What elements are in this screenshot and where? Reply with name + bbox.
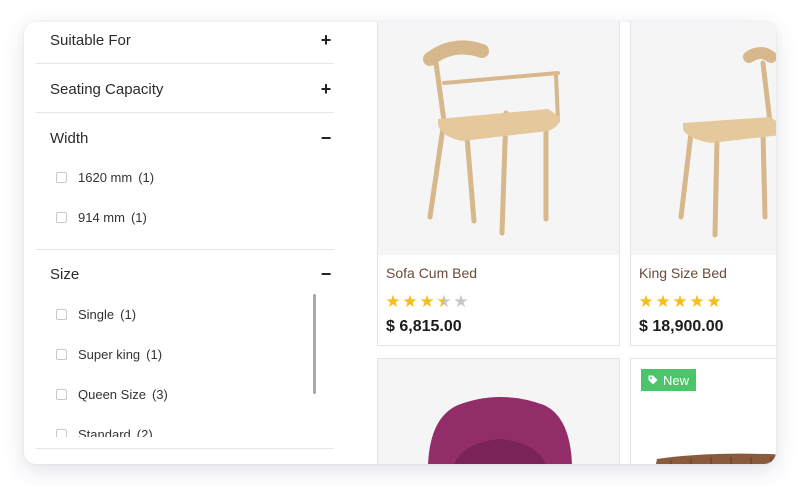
purple-lounge-chair-icon [428, 397, 572, 464]
product-card[interactable]: New [630, 358, 776, 464]
star-icon: ★ [385, 292, 401, 311]
option-label: Super king [78, 346, 141, 362]
star-icon: ★ [419, 292, 435, 311]
rating-stars: ★ ★ ★ ★ ★ [385, 293, 469, 310]
product-card-sofa-cum-bed[interactable]: Sofa Cum Bed ★ ★ ★ ★ ★ $ 6,815.00 [377, 22, 620, 346]
option-label: Single [78, 306, 115, 322]
filter-option-size-super-king[interactable]: Super king (1) [56, 345, 162, 363]
star-icon: ★ [638, 292, 654, 311]
star-icon: ★ [689, 292, 705, 311]
filter-size-header[interactable]: Size − [50, 264, 334, 284]
option-label: 914 mm [78, 209, 125, 225]
expand-plus-icon[interactable]: + [318, 80, 334, 98]
divider [36, 63, 334, 64]
divider [36, 112, 334, 113]
product-image[interactable] [378, 359, 619, 464]
option-count: (2) [136, 426, 153, 438]
rating-stars: ★ ★ ★ ★ ★ [638, 293, 722, 310]
divider [36, 448, 334, 449]
tag-icon [648, 375, 658, 385]
filter-width-header[interactable]: Width − [50, 128, 334, 148]
option-label: Standard [78, 426, 131, 438]
star-icon: ★ [672, 292, 688, 311]
filter-option-size-standard[interactable]: Standard (2) [56, 425, 153, 437]
product-card[interactable] [377, 358, 620, 464]
wooden-chair-icon [678, 47, 776, 238]
filter-width-title: Width [50, 129, 89, 147]
new-badge: New [641, 369, 697, 391]
filter-seating-capacity-header[interactable]: Seating Capacity + [50, 79, 334, 99]
filter-option-width-914[interactable]: 914 mm (1) [56, 208, 147, 226]
star-icon: ★ [436, 292, 452, 311]
checkbox[interactable] [56, 348, 67, 360]
option-count: (3) [151, 386, 168, 402]
option-label: Queen Size [78, 386, 146, 402]
filter-option-width-1620[interactable]: 1620 mm (1) [56, 168, 154, 186]
option-count: (1) [138, 169, 155, 185]
badge-label: New [663, 372, 690, 388]
star-icon: ★ [706, 292, 722, 311]
checkbox[interactable] [56, 211, 67, 223]
option-label: 1620 mm [78, 169, 133, 185]
product-image[interactable] [631, 22, 776, 255]
product-price: $ 6,815.00 [386, 318, 462, 335]
product-name[interactable]: Sofa Cum Bed [386, 265, 477, 281]
wooden-armchair-icon [423, 40, 560, 236]
star-icon: ★ [453, 292, 469, 311]
product-image[interactable] [378, 22, 619, 255]
star-icon: ★ [402, 292, 418, 311]
checkbox[interactable] [56, 308, 67, 320]
star-icon: ★ [655, 292, 671, 311]
checkbox[interactable] [56, 428, 67, 437]
checkbox[interactable] [56, 388, 67, 400]
filter-option-size-single[interactable]: Single (1) [56, 305, 136, 323]
filter-suitable-for-header[interactable]: Suitable For + [50, 30, 334, 50]
scrollbar-thumb[interactable] [313, 294, 316, 394]
collapse-minus-icon[interactable]: − [318, 265, 334, 283]
filter-and-products-panel: Suitable For + Seating Capacity + Width … [24, 22, 776, 464]
option-count: (1) [146, 346, 163, 362]
product-card-king-size-bed[interactable]: King Size Bed ★ ★ ★ ★ ★ $ 18,900.00 [630, 22, 776, 346]
filter-sidebar: Suitable For + Seating Capacity + Width … [24, 22, 354, 464]
expand-plus-icon[interactable]: + [318, 31, 334, 49]
option-count: (1) [120, 306, 137, 322]
option-count: (1) [130, 209, 147, 225]
product-price: $ 18,900.00 [639, 318, 724, 335]
size-options-scroll-area[interactable]: Single (1) Super king (1) Queen Size (3)… [24, 291, 354, 437]
filter-option-size-queen[interactable]: Queen Size (3) [56, 385, 168, 403]
checkbox[interactable] [56, 171, 67, 183]
filter-size-title: Size [50, 265, 80, 283]
collapse-minus-icon[interactable]: − [318, 129, 334, 147]
product-name[interactable]: King Size Bed [639, 265, 727, 281]
filter-seating-capacity-title: Seating Capacity [50, 80, 164, 98]
filter-suitable-for-title: Suitable For [50, 31, 131, 49]
divider [36, 249, 334, 250]
